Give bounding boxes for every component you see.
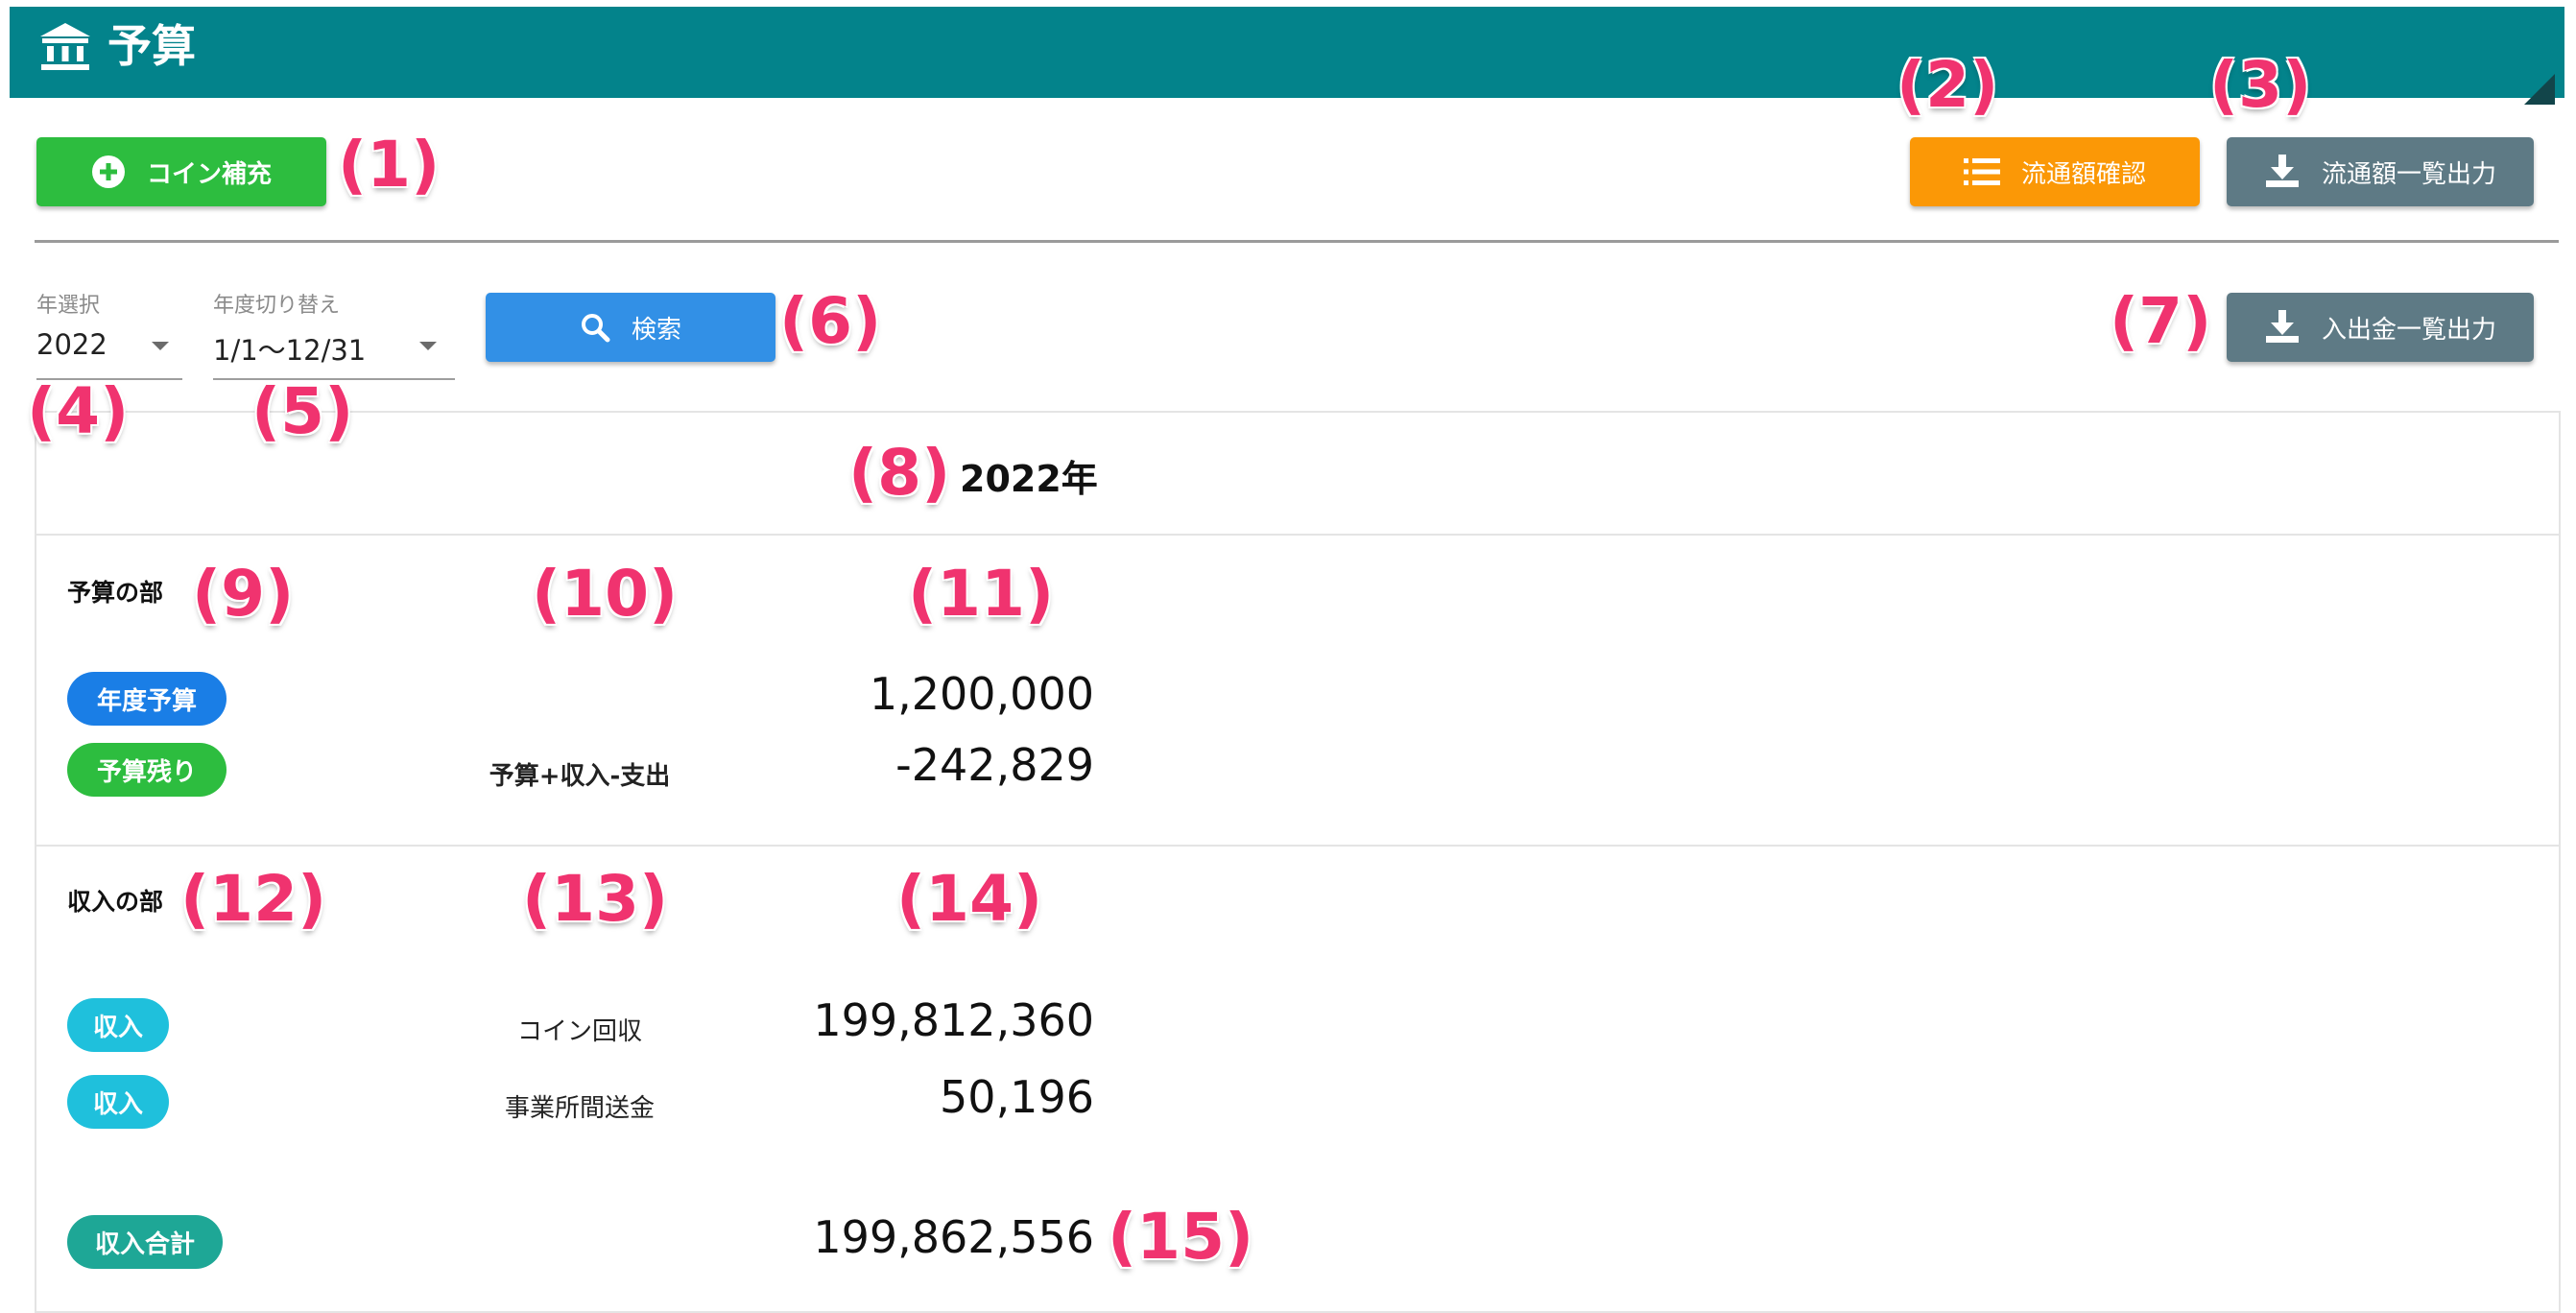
header-fold-corner (2524, 74, 2555, 105)
deposit-export-button[interactable]: 入出金一覧出力 (2227, 293, 2534, 362)
coin-refill-label: コイン補充 (146, 159, 272, 189)
coin-refill-button[interactable]: コイン補充 (36, 137, 326, 206)
tag-income: 収入 (67, 998, 169, 1052)
tag-remaining-budget: 予算残り (67, 743, 227, 797)
tag-annual-budget: 年度予算 (67, 672, 227, 726)
toolbar-divider (35, 240, 2559, 243)
annotation-14: (14) (896, 862, 1043, 936)
card-divider (36, 534, 2559, 536)
annotation-8: (8) (848, 436, 951, 510)
circulation-check-button[interactable]: 流通額確認 (1910, 137, 2200, 206)
annotation-12: (12) (180, 862, 327, 936)
year-select[interactable]: 年選択 2022 (36, 288, 182, 384)
search-button[interactable]: 検索 (486, 293, 775, 362)
download-icon (2264, 310, 2301, 345)
page-title: 予算 (107, 20, 196, 72)
income-coin-collection-amount: 199,812,360 (813, 994, 1094, 1046)
chevron-down-icon (152, 342, 169, 350)
circulation-check-label: 流通額確認 (2020, 159, 2146, 189)
income-total-amount: 199,862,556 (813, 1211, 1094, 1263)
annotation-5: (5) (251, 374, 354, 448)
report-year-title: 2022年 (960, 458, 1098, 500)
chevron-down-icon (419, 342, 437, 350)
period-select[interactable]: 年度切り替え 1/1〜12/31 (213, 288, 455, 384)
annotation-13: (13) (522, 862, 669, 936)
plus-circle-icon (91, 155, 126, 189)
annotation-1: (1) (338, 128, 441, 202)
deposit-export-label: 入出金一覧出力 (2321, 315, 2496, 345)
period-select-label: 年度切り替え (213, 294, 341, 318)
download-icon (2264, 155, 2301, 189)
bank-icon (38, 19, 92, 75)
tag-income: 収入 (67, 1075, 169, 1129)
header-bar (10, 7, 2564, 105)
circulation-export-button[interactable]: 流通額一覧出力 (2227, 137, 2534, 206)
search-icon (580, 312, 610, 343)
annual-budget-amount: 1,200,000 (869, 668, 1094, 720)
annotation-3: (3) (2209, 48, 2312, 122)
budget-report-card (35, 411, 2561, 1313)
income-office-transfer-amount: 50,196 (940, 1071, 1094, 1123)
search-label: 検索 (631, 315, 681, 345)
tag-income-total: 収入合計 (67, 1215, 223, 1269)
year-select-label: 年選択 (36, 294, 101, 318)
annotation-4: (4) (27, 374, 130, 448)
annotation-11: (11) (908, 557, 1055, 631)
annotation-6: (6) (779, 284, 882, 358)
list-icon (1963, 157, 2000, 186)
remaining-budget-amount: -242,829 (895, 739, 1094, 791)
annotation-2: (2) (1896, 48, 1999, 122)
annotation-9: (9) (192, 557, 295, 631)
circulation-export-label: 流通額一覧出力 (2321, 159, 2496, 189)
annotation-15: (15) (1108, 1200, 1254, 1274)
budget-section-title: 予算の部 (67, 579, 164, 607)
card-divider (36, 845, 2559, 847)
income-section-title: 収入の部 (67, 888, 164, 916)
annotation-7: (7) (2110, 284, 2212, 358)
annotation-10: (10) (532, 557, 679, 631)
